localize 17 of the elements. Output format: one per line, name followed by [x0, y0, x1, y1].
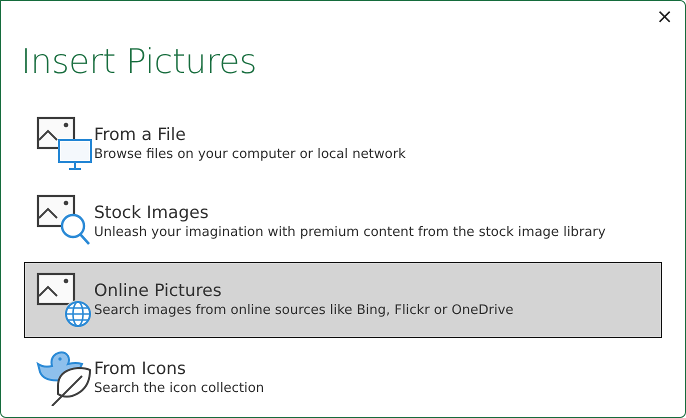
globe-picture-icon: [36, 272, 92, 328]
picture-source-option[interactable]: Stock Images Unleash your imagination with premium content from the stock image library: [24, 184, 662, 260]
option-description: Search the icon collection: [94, 380, 264, 398]
picture-source-option[interactable]: From Icons Search the icon collection: [24, 340, 662, 416]
option-description: Unleash your imagination with premium content from the stock image library: [94, 224, 606, 242]
dialog-title: Insert Pictures: [21, 41, 256, 84]
option-title: Stock Images: [94, 202, 210, 224]
option-description: Browse files on your computer or local network: [94, 146, 406, 164]
option-title: Online Pictures: [94, 280, 223, 302]
picture-source-option[interactable]: Online Pictures Search images from online sources like Bing, Flickr or OneDrive: [24, 262, 662, 338]
picture-source-option[interactable]: From a File Browse files on your computer or local network: [24, 106, 662, 182]
option-title: From a File: [94, 124, 187, 146]
duck-leaf-icon: [36, 350, 92, 406]
option-title: From Icons: [94, 358, 187, 380]
close-button[interactable]: ×: [652, 5, 677, 27]
monitor-picture-icon: [36, 116, 92, 172]
option-description: Search images from online sources like Bing, Flickr or OneDrive: [94, 302, 514, 320]
